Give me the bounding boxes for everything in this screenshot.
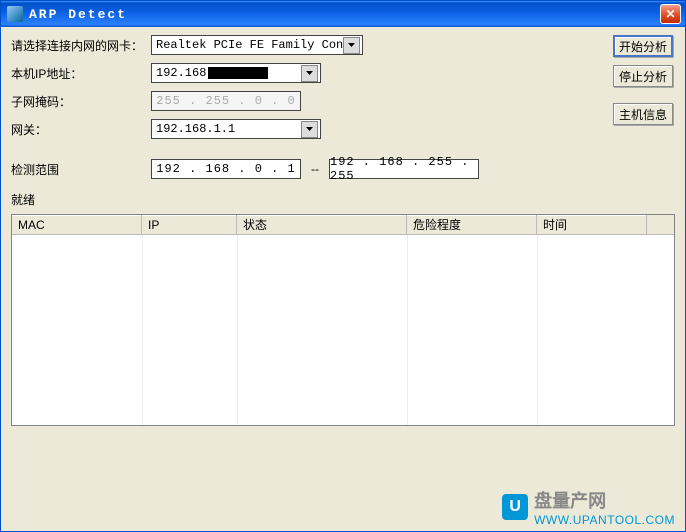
chevron-down-icon[interactable] xyxy=(343,37,360,54)
gateway-value: 192.168.1.1 xyxy=(156,122,301,136)
watermark: U 盘量产网 WWW.UPANTOOL.COM xyxy=(502,487,675,527)
close-icon[interactable]: ✕ xyxy=(660,4,681,24)
watermark-icon: U xyxy=(502,494,528,520)
mask-field: 255 . 255 . 0 . 0 xyxy=(151,91,301,111)
app-window: ARP Detect ✕ 开始分析 停止分析 主机信息 关闭 请选择连接内网的网… xyxy=(0,0,686,532)
status-text: 就绪 xyxy=(11,191,675,208)
column-header[interactable]: 状态 xyxy=(237,215,407,234)
nic-label: 请选择连接内网的网卡： xyxy=(11,37,151,54)
mask-label: 子网掩码： xyxy=(11,93,151,110)
column-header[interactable]: MAC xyxy=(12,215,142,234)
range-end-field[interactable]: 192 . 168 . 255 . 255 xyxy=(329,159,479,179)
result-table: MACIP状态危险程度时间 xyxy=(11,214,675,426)
right-buttons: 开始分析 停止分析 主机信息 xyxy=(613,35,673,125)
ip-label: 本机IP地址： xyxy=(11,65,151,82)
table-header: MACIP状态危险程度时间 xyxy=(12,215,674,235)
chevron-down-icon[interactable] xyxy=(301,121,318,138)
gateway-select[interactable]: 192.168.1.1 xyxy=(151,119,321,139)
watermark-url: WWW.UPANTOOL.COM xyxy=(534,513,675,527)
app-icon xyxy=(7,6,23,22)
column-header[interactable]: 时间 xyxy=(537,215,647,234)
content-area: 开始分析 停止分析 主机信息 关闭 请选择连接内网的网卡： Realtek PC… xyxy=(1,27,685,531)
range-separator: -- xyxy=(311,162,319,176)
start-button[interactable]: 开始分析 xyxy=(613,35,673,57)
chevron-down-icon[interactable] xyxy=(301,65,318,82)
ip-select[interactable]: 192.168 xyxy=(151,63,321,83)
gateway-label: 网关： xyxy=(11,121,151,138)
column-header[interactable]: IP xyxy=(142,215,237,234)
ip-masked xyxy=(208,67,268,79)
column-header[interactable]: 危险程度 xyxy=(407,215,537,234)
window-title: ARP Detect xyxy=(29,7,660,22)
nic-select[interactable]: Realtek PCIe FE Family Controlle xyxy=(151,35,363,55)
nic-value: Realtek PCIe FE Family Controlle xyxy=(156,38,343,52)
titlebar[interactable]: ARP Detect ✕ xyxy=(1,1,685,27)
watermark-name: 盘量产网 xyxy=(534,487,675,513)
table-body[interactable] xyxy=(12,235,674,425)
hostinfo-button[interactable]: 主机信息 xyxy=(613,103,673,125)
range-label: 检测范围 xyxy=(11,161,151,178)
range-start-field[interactable]: 192 . 168 . 0 . 1 xyxy=(151,159,301,179)
stop-button[interactable]: 停止分析 xyxy=(613,65,673,87)
ip-value: 192.168 xyxy=(156,66,206,80)
